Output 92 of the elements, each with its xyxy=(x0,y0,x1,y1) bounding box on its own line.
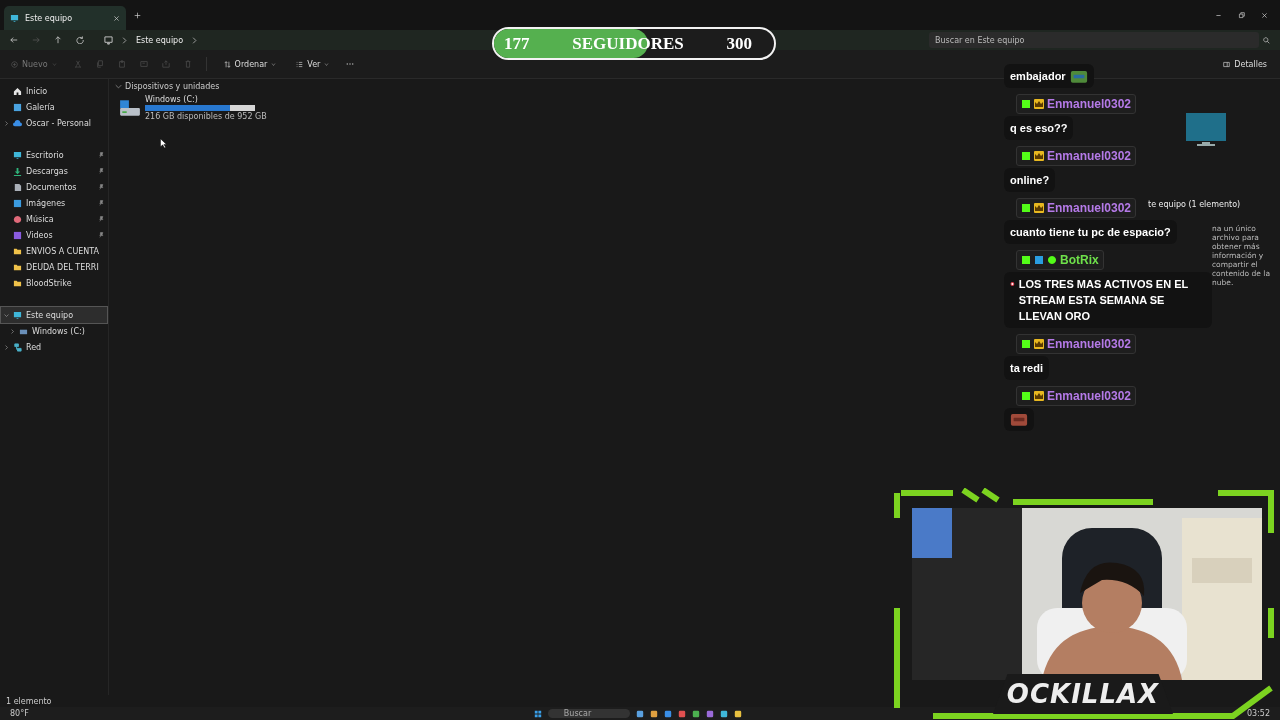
chevron-down-icon[interactable] xyxy=(4,312,9,318)
nav-item[interactable]: Oscar - Personal xyxy=(1,115,107,131)
chevron-right-icon xyxy=(191,36,199,44)
caret-icon xyxy=(324,61,330,67)
up-arrow-icon[interactable] xyxy=(54,36,62,44)
crown-icon xyxy=(1034,391,1044,401)
username-tag[interactable]: Enmanuel0302 xyxy=(1016,334,1137,354)
nav-item[interactable]: Este equipo xyxy=(1,307,107,323)
chat-message: LOS TRES MAS ACTIVOS EN EL STREAM ESTA SEMANA SE LLEVAN ORO xyxy=(1004,272,1212,328)
badge-icon xyxy=(1021,255,1031,265)
view-button[interactable]: Ver xyxy=(293,57,333,71)
panel-icon xyxy=(1223,60,1231,68)
details-title: te equipo (1 elemento) xyxy=(1148,200,1241,209)
goal-current: 177 xyxy=(504,33,530,54)
list-icon xyxy=(296,60,304,68)
taskbar-search[interactable]: Buscar xyxy=(547,709,630,718)
crown-icon xyxy=(1034,99,1044,109)
badge-icon xyxy=(1021,391,1031,401)
cloud-icon xyxy=(13,118,22,128)
caret-icon xyxy=(271,61,277,67)
document-icon xyxy=(13,182,22,192)
nav-item[interactable]: DEUDA DEL TERRI xyxy=(1,259,107,275)
nav-item[interactable]: Inicio xyxy=(1,83,107,99)
username-tag[interactable]: Enmanuel0302 xyxy=(1016,198,1137,218)
badge-icon xyxy=(1021,99,1031,109)
network-icon xyxy=(13,342,22,352)
house-icon xyxy=(13,86,22,96)
group-header: Dispositivos y unidades xyxy=(125,82,220,91)
search-field[interactable]: Buscar en Este equipo xyxy=(929,32,1259,48)
window-tab[interactable]: Este equipo xyxy=(4,6,126,30)
goal-target: 300 xyxy=(726,33,752,54)
nav-item[interactable]: Videos xyxy=(1,227,107,243)
username-tag[interactable]: Enmanuel0302 xyxy=(1016,94,1137,114)
refresh-icon[interactable] xyxy=(76,36,84,44)
address-bar[interactable]: Este equipo xyxy=(98,31,440,49)
caret-icon xyxy=(51,61,57,67)
start-icon[interactable] xyxy=(533,709,542,718)
chat-message: q es eso?? xyxy=(1004,116,1074,140)
nav-item[interactable]: Escritorio xyxy=(1,147,107,163)
chat-message: ta redi xyxy=(1004,356,1049,380)
crown-icon xyxy=(1034,203,1044,213)
badge-icon xyxy=(1021,339,1031,349)
nav-item[interactable]: BloodStrike xyxy=(1,275,107,291)
more-icon[interactable] xyxy=(346,60,355,68)
username-tag[interactable]: BotRix xyxy=(1016,250,1104,270)
sort-button[interactable]: Ordenar xyxy=(220,57,280,71)
monitor-icon xyxy=(104,35,113,45)
monitor-icon xyxy=(13,310,22,320)
crown-icon xyxy=(1034,339,1044,349)
username-tag[interactable]: Enmanuel0302 xyxy=(1016,146,1137,166)
monitor-icon xyxy=(13,150,22,160)
breadcrumb[interactable]: Este equipo xyxy=(136,35,184,45)
restore-icon[interactable] xyxy=(1238,11,1245,19)
chat-message: embajador xyxy=(1004,64,1094,88)
drive-icon xyxy=(119,99,141,117)
download-icon xyxy=(13,166,22,176)
monitor-icon xyxy=(1185,112,1227,148)
close-icon[interactable] xyxy=(1261,11,1268,19)
nav-item[interactable]: Windows (C:) xyxy=(1,323,107,339)
chevron-right-icon[interactable] xyxy=(10,328,15,334)
search-icon xyxy=(1263,36,1270,44)
back-arrow-icon[interactable] xyxy=(10,36,18,44)
close-icon[interactable] xyxy=(113,14,120,22)
badge-icon xyxy=(1021,203,1031,213)
weather-label[interactable]: 80°F xyxy=(10,709,29,718)
details-button[interactable]: Detalles xyxy=(1220,57,1270,71)
chevron-right-icon xyxy=(121,36,128,44)
chat-message: online? xyxy=(1004,168,1056,192)
nav-item[interactable]: Galería xyxy=(1,99,107,115)
music-icon xyxy=(13,214,22,224)
drive-tile[interactable]: Windows (C:) 216 GB disponibles de 952 GB xyxy=(119,95,279,121)
nav-item[interactable]: Red xyxy=(1,339,107,355)
chat-message: cuanto tiene tu pc de espacio? xyxy=(1004,220,1177,244)
verified-icon xyxy=(1047,255,1057,265)
nav-item[interactable]: Música xyxy=(1,211,107,227)
badge-icon xyxy=(1021,151,1031,161)
nav-item[interactable]: Documentos xyxy=(1,179,107,195)
chevron-right-icon[interactable] xyxy=(4,344,9,350)
plus-icon xyxy=(11,60,18,68)
sort-icon xyxy=(223,60,231,68)
nav-item[interactable]: Descargas xyxy=(1,163,107,179)
mouse-cursor-icon xyxy=(160,138,167,149)
nav-item[interactable]: ENVIOS A CUENTA xyxy=(1,243,107,259)
monitor-icon xyxy=(10,13,19,23)
plus-icon[interactable] xyxy=(134,11,141,19)
item-count: 1 elemento xyxy=(6,696,52,706)
chevron-right-icon[interactable] xyxy=(4,120,9,126)
streamer-logo: OCKILLAX xyxy=(1006,679,1160,709)
clock[interactable]: 03:52 xyxy=(1246,709,1270,718)
crown-icon xyxy=(1034,151,1044,161)
nav-item[interactable]: Imágenes xyxy=(1,195,107,211)
username-tag[interactable]: Enmanuel0302 xyxy=(1016,386,1137,406)
